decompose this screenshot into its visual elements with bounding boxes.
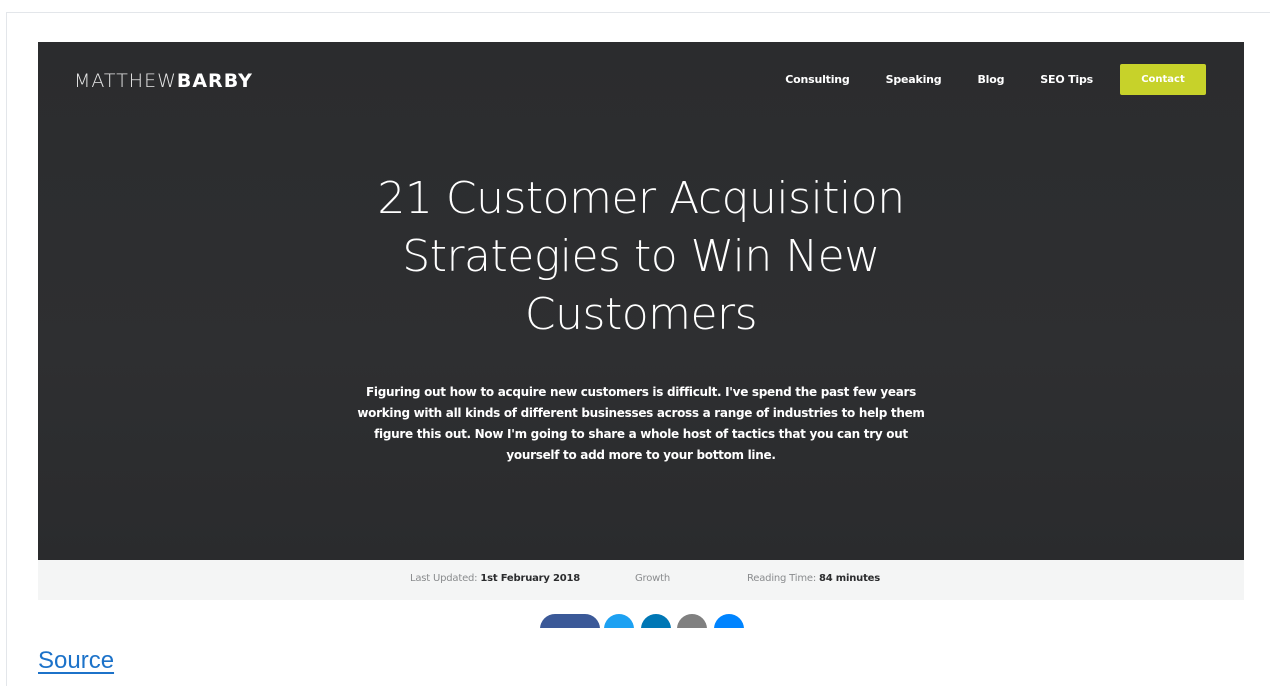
source-link[interactable]: Source (38, 647, 114, 675)
share-buttons (540, 612, 780, 628)
contact-button[interactable]: Contact (1120, 64, 1206, 95)
page-subtitle: Figuring out how to acquire new customer… (357, 385, 925, 462)
twitter-icon[interactable] (604, 614, 634, 628)
site-logo[interactable]: MATTHEWBARBY (74, 70, 253, 92)
hero-section: MATTHEWBARBY Consulting Speaking Blog SE… (38, 42, 1244, 560)
last-updated: Last Updated: 1st February 2018 (410, 573, 580, 584)
nav-item-consulting[interactable]: Consulting (785, 73, 850, 86)
logo-light-text: MATTHEW (74, 70, 177, 92)
facebook-icon[interactable] (540, 614, 600, 628)
last-updated-label: Last Updated: (410, 573, 478, 584)
main-nav: Consulting Speaking Blog SEO Tips Contac… (785, 64, 1206, 95)
email-icon[interactable] (677, 614, 707, 628)
last-updated-value: 1st February 2018 (480, 573, 581, 584)
reading-time: Reading Time: 84 minutes (747, 573, 880, 584)
category-link[interactable]: Growth (635, 573, 670, 584)
post-meta-bar: Last Updated: 1st February 2018 Growth R… (38, 560, 1244, 600)
page-title: 21 Customer Acquisition Strategies to Wi… (377, 173, 905, 340)
nav-item-seo-tips[interactable]: SEO Tips (1040, 73, 1093, 86)
logo-bold-text: BARBY (176, 70, 253, 92)
nav-item-speaking[interactable]: Speaking (886, 73, 942, 86)
messenger-icon[interactable] (714, 614, 744, 628)
linkedin-icon[interactable] (641, 614, 671, 628)
nav-item-blog[interactable]: Blog (977, 73, 1004, 86)
reading-time-value: 84 minutes (819, 573, 880, 584)
reading-time-label: Reading Time: (747, 573, 817, 584)
